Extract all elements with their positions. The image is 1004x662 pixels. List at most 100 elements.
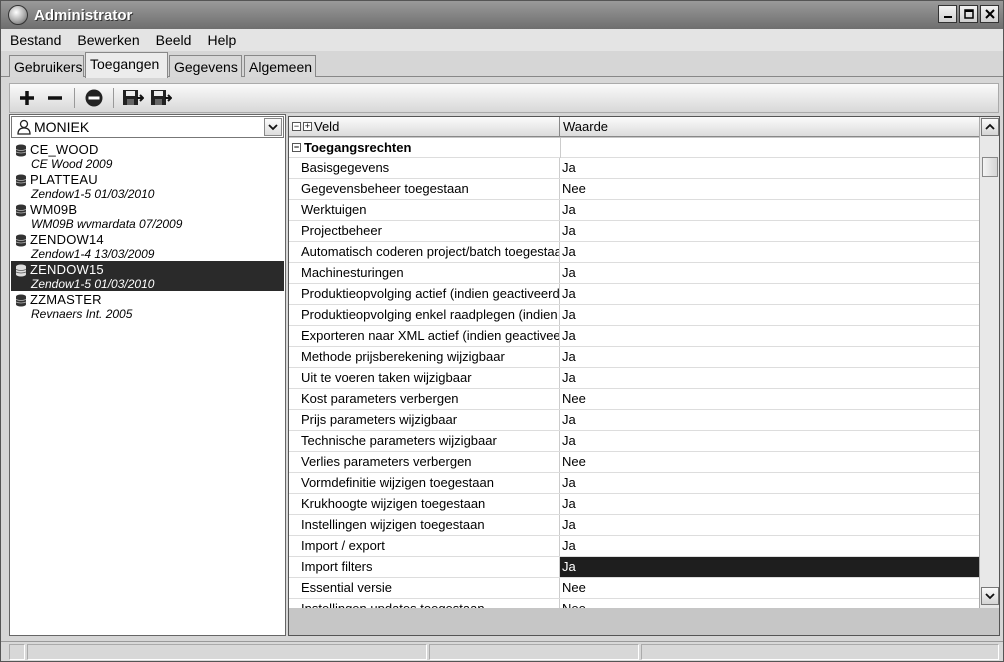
collapse-all-icon[interactable]: −: [292, 122, 301, 131]
field-name-cell: Exporteren naar XML actief (indien geact…: [289, 326, 560, 346]
database-item[interactable]: WM09B WM09B wvmardata 07/2009: [11, 201, 284, 231]
database-item[interactable]: PLATTEAU Zendow1-5 01/03/2010: [11, 171, 284, 201]
window-title: Administrator: [34, 6, 133, 24]
grid-row[interactable]: Technische parameters wijzigbaar Ja: [289, 431, 979, 452]
field-value-cell[interactable]: Nee: [560, 599, 979, 608]
field-name-cell: Import / export: [289, 536, 560, 556]
field-value-cell[interactable]: Ja: [560, 473, 979, 493]
database-icon: [15, 234, 27, 247]
field-value-cell[interactable]: Nee: [560, 578, 979, 598]
database-name: ZENDOW15: [30, 262, 104, 277]
add-button[interactable]: [16, 87, 38, 109]
toolbar-separator: [74, 88, 75, 108]
title-bar[interactable]: Administrator: [1, 1, 1003, 29]
user-dropdown-value: MONIEK: [34, 119, 90, 135]
grid-row[interactable]: Gegevensbeheer toegestaan Nee: [289, 179, 979, 200]
grid-row[interactable]: Basisgegevens Ja: [289, 158, 979, 179]
menu-bewerken[interactable]: Bewerken: [68, 32, 146, 48]
field-value-cell[interactable]: Ja: [560, 221, 979, 241]
grid-row[interactable]: Exporteren naar XML actief (indien geact…: [289, 326, 979, 347]
grid-row[interactable]: Uit te voeren taken wijzigbaar Ja: [289, 368, 979, 389]
grid-row[interactable]: Automatisch coderen project/batch toeges…: [289, 242, 979, 263]
grid-row[interactable]: Methode prijsberekening wijzigbaar Ja: [289, 347, 979, 368]
minimize-button[interactable]: [938, 5, 957, 23]
field-value-cell[interactable]: Ja: [560, 536, 979, 556]
dropdown-button[interactable]: [264, 118, 282, 136]
field-value-cell[interactable]: Ja: [560, 515, 979, 535]
menu-bestand[interactable]: Bestand: [1, 32, 68, 48]
field-value-cell[interactable]: Nee: [560, 389, 979, 409]
grid-row[interactable]: Produktieopvolging actief (indien geacti…: [289, 284, 979, 305]
vertical-scrollbar[interactable]: [979, 117, 999, 608]
menu-help[interactable]: Help: [198, 32, 243, 48]
status-bar: [1, 641, 1003, 661]
grid-row[interactable]: Prijs parameters wijzigbaar Ja: [289, 410, 979, 431]
field-value-cell[interactable]: Ja: [560, 284, 979, 304]
close-button[interactable]: [980, 5, 999, 23]
grid-row[interactable]: Import filters Ja: [289, 557, 979, 578]
tab-toegangen[interactable]: Toegangen: [85, 52, 168, 78]
field-value-cell[interactable]: Ja: [560, 347, 979, 367]
field-value-cell[interactable]: Ja: [560, 368, 979, 388]
grid-row[interactable]: Essential versie Nee: [289, 578, 979, 599]
field-value-cell[interactable]: Ja: [560, 431, 979, 451]
field-value-cell[interactable]: Ja: [560, 263, 979, 283]
field-name-cell: Gegevensbeheer toegestaan: [289, 179, 560, 199]
chevron-up-icon: [985, 123, 995, 130]
grid-row[interactable]: Produktieopvolging enkel raadplegen (ind…: [289, 305, 979, 326]
database-item[interactable]: CE_WOOD CE Wood 2009: [11, 141, 284, 171]
field-value-cell[interactable]: Ja: [560, 410, 979, 430]
grid-row[interactable]: Werktuigen Ja: [289, 200, 979, 221]
field-name-cell: Kost parameters verbergen: [289, 389, 560, 409]
grid-row[interactable]: Machinesturingen Ja: [289, 263, 979, 284]
grid-row[interactable]: Kost parameters verbergen Nee: [289, 389, 979, 410]
collapse-icon[interactable]: −: [292, 143, 301, 152]
scroll-up-button[interactable]: [981, 118, 999, 136]
column-header-veld[interactable]: Veld: [314, 119, 339, 134]
scroll-thumb[interactable]: [982, 157, 998, 177]
field-name-cell: Essential versie: [289, 578, 560, 598]
chevron-down-icon: [268, 124, 278, 131]
maximize-button[interactable]: [959, 5, 978, 23]
grid-row[interactable]: Import / export Ja: [289, 536, 979, 557]
grid-row[interactable]: Projectbeheer Ja: [289, 221, 979, 242]
database-description: Zendow1-5 01/03/2010: [31, 187, 155, 201]
grid-row[interactable]: Verlies parameters verbergen Nee: [289, 452, 979, 473]
database-item[interactable]: ZZMASTER Revnaers Int. 2005: [11, 291, 284, 321]
grid-row[interactable]: Instellingen updates toegestaanNee: [289, 599, 979, 608]
field-value-cell[interactable]: Ja: [560, 158, 979, 178]
database-icon: [15, 294, 27, 307]
scroll-down-button[interactable]: [981, 587, 999, 605]
expand-all-icon[interactable]: +: [303, 122, 312, 131]
remove-button[interactable]: [44, 87, 66, 109]
field-value-cell[interactable]: Ja: [560, 326, 979, 346]
menu-bar: Bestand Bewerken Beeld Help: [1, 29, 1003, 51]
field-value-cell[interactable]: Ja: [560, 305, 979, 325]
user-icon: [17, 119, 31, 135]
field-value-cell[interactable]: Nee: [560, 179, 979, 199]
database-name: WM09B: [30, 202, 78, 217]
grid-row[interactable]: Instellingen wijzigen toegestaan Ja: [289, 515, 979, 536]
field-value-cell[interactable]: Ja: [560, 242, 979, 262]
grid-row[interactable]: Krukhoogte wijzigen toegestaan Ja: [289, 494, 979, 515]
database-item[interactable]: ZENDOW15 Zendow1-5 01/03/2010: [11, 261, 284, 291]
tab-gebruikers[interactable]: Gebruikers: [9, 55, 84, 77]
field-value-cell[interactable]: Nee: [560, 452, 979, 472]
tab-gegevens[interactable]: Gegevens: [169, 55, 242, 77]
field-value-cell[interactable]: Ja: [560, 494, 979, 514]
field-name-cell: Instellingen updates toegestaan: [289, 599, 560, 608]
column-header-waarde[interactable]: Waarde: [563, 119, 608, 134]
save-as-button[interactable]: [150, 87, 172, 109]
delete-icon: [85, 89, 103, 107]
field-name-cell: Verlies parameters verbergen: [289, 452, 560, 472]
tab-algemeen[interactable]: Algemeen: [244, 55, 316, 77]
field-value-cell[interactable]: Ja: [560, 557, 979, 577]
user-dropdown[interactable]: MONIEK: [11, 116, 284, 138]
database-item[interactable]: ZENDOW14 Zendow1-4 13/03/2009: [11, 231, 284, 261]
grid-row[interactable]: Vormdefinitie wijzigen toegestaan Ja: [289, 473, 979, 494]
menu-beeld[interactable]: Beeld: [147, 32, 199, 48]
field-value-cell[interactable]: Ja: [560, 200, 979, 220]
delete-button[interactable]: [83, 87, 105, 109]
save-button[interactable]: [122, 87, 144, 109]
group-row[interactable]: − Toegangsrechten: [289, 138, 979, 158]
